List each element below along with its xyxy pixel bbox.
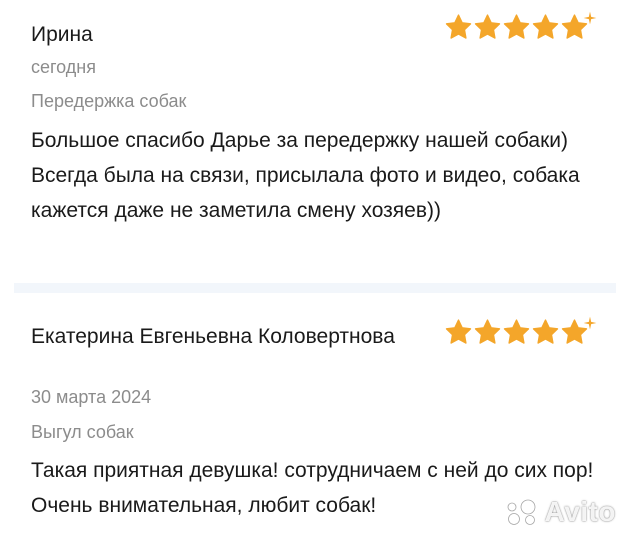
review-date: 30 марта 2024 xyxy=(31,387,152,407)
review-author[interactable]: Екатерина Евгеньевна Коловертнова xyxy=(31,322,411,351)
star-icon xyxy=(503,14,530,39)
star-icon xyxy=(474,319,501,344)
sparkle-icon xyxy=(583,11,597,25)
star-icon xyxy=(474,14,501,39)
star-icon xyxy=(503,319,530,344)
star-icon xyxy=(445,319,472,344)
star-icon xyxy=(532,14,559,39)
review-text: Большое спасибо Дарье за передержку наше… xyxy=(31,129,580,222)
star-icon xyxy=(532,319,559,344)
star-icon xyxy=(445,14,472,39)
review-date: сегодня xyxy=(31,57,96,77)
rating-stars xyxy=(444,11,597,42)
sparkle-icon xyxy=(583,316,597,330)
review-service: Выгул собак xyxy=(31,422,134,442)
review-author[interactable]: Ирина xyxy=(31,20,411,49)
avito-logo-icon xyxy=(507,499,535,525)
review-service: Передержка собак xyxy=(31,91,187,111)
review-divider xyxy=(14,283,616,293)
avito-watermark: Avito xyxy=(501,496,616,528)
rating-stars xyxy=(444,316,597,347)
watermark-brand: Avito xyxy=(544,496,616,527)
